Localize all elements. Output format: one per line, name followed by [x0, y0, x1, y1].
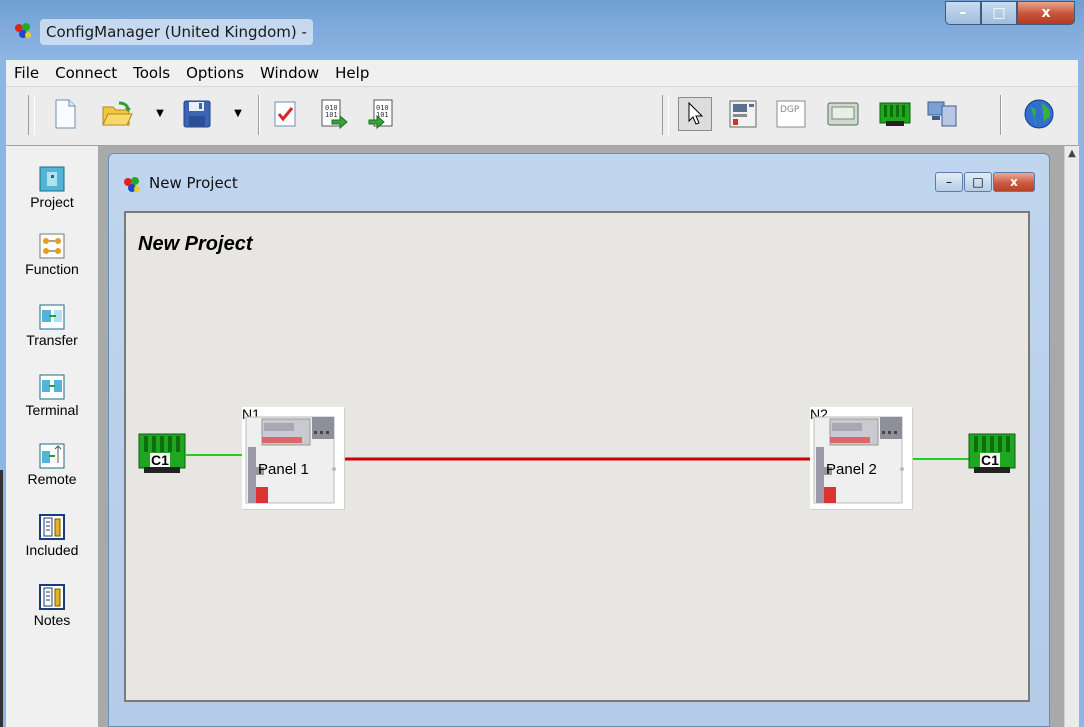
remote-icon	[39, 443, 65, 469]
minimize-icon: –	[959, 5, 967, 21]
minimize-icon: –	[946, 175, 952, 189]
network-computer-icon	[927, 101, 957, 127]
globe-icon	[1024, 99, 1054, 129]
maximize-icon: □	[972, 175, 984, 189]
function-icon	[39, 233, 65, 259]
svg-text:101: 101	[325, 111, 338, 119]
close-icon: x	[1041, 5, 1051, 21]
fire-panel-icon	[813, 416, 904, 504]
sidebar-item-label: Remote	[27, 471, 77, 487]
toolbar: ▼ ▼ 010 101 010 101 DGP	[6, 87, 1078, 146]
sidebar-item-transfer[interactable]: Transfer	[6, 304, 98, 348]
check-document-icon	[274, 101, 296, 127]
toolbar-grip-right[interactable]	[662, 95, 669, 135]
child-maximize-button[interactable]: □	[964, 172, 992, 192]
vertical-scrollbar[interactable]: ▲	[1064, 146, 1079, 727]
child-window-title: New Project	[149, 174, 238, 192]
loop-card-button[interactable]	[878, 97, 912, 131]
window-titlebar: ConfigManager (United Kingdom) - – □ x	[0, 0, 1084, 60]
sidebar-item-function[interactable]: Function	[6, 233, 98, 277]
download-config-button[interactable]: 010 101	[364, 97, 398, 131]
window-title: ConfigManager (United Kingdom) -	[40, 19, 313, 45]
panel-layout-icon	[729, 100, 757, 128]
validate-button[interactable]	[268, 97, 302, 131]
new-document-icon	[55, 99, 76, 129]
sidebar-item-notes[interactable]: Notes	[6, 584, 98, 628]
panel-label: Panel 2	[826, 461, 877, 478]
web-button[interactable]	[1022, 97, 1056, 131]
notes-icon	[39, 584, 65, 610]
save-button[interactable]	[180, 97, 214, 131]
menu-file[interactable]: File	[6, 60, 47, 86]
sidebar-item-label: Terminal	[25, 402, 79, 418]
fire-panel-icon	[245, 416, 336, 504]
network-button[interactable]	[926, 97, 960, 131]
open-dropdown-arrow[interactable]: ▼	[154, 107, 166, 119]
menu-window[interactable]: Window	[252, 60, 327, 86]
window-maximize-button[interactable]: □	[981, 1, 1017, 25]
sidebar-item-label: Notes	[33, 612, 71, 628]
transfer-icon	[39, 304, 65, 330]
upload-config-button[interactable]: 010 101	[316, 97, 350, 131]
loop-label: C1	[980, 452, 1000, 468]
toolbar-separator-right	[1000, 95, 1002, 135]
included-icon	[39, 514, 65, 540]
new-document-button[interactable]	[48, 97, 82, 131]
app-logo-icon	[15, 23, 31, 38]
sidebar-item-terminal[interactable]: Terminal	[6, 374, 98, 418]
panel-node-1[interactable]: N1 Panel 1	[242, 406, 344, 509]
child-minimize-button[interactable]: –	[935, 172, 963, 192]
open-button[interactable]	[100, 97, 134, 131]
project-icon	[39, 166, 65, 192]
save-dropdown-arrow[interactable]: ▼	[232, 107, 244, 119]
toolbar-separator	[258, 95, 260, 135]
sidebar: Project Function Transfer Terminal Remot…	[6, 146, 99, 727]
upload-config-icon: 010101	[321, 99, 348, 130]
dgp-button[interactable]: DGP	[774, 97, 808, 131]
pointer-arrow-icon	[688, 101, 704, 125]
loop-label: C1	[150, 452, 170, 468]
menu-help[interactable]: Help	[327, 60, 377, 86]
panel-label: Panel 1	[258, 461, 309, 478]
terminal-icon	[39, 374, 65, 400]
dgp-label-icon: DGP	[776, 100, 806, 128]
sidebar-item-label: Function	[25, 261, 79, 277]
panel-layout-button[interactable]	[726, 97, 760, 131]
loop-card-right[interactable]: C1	[968, 433, 1018, 477]
display-unit-icon	[827, 102, 859, 126]
menu-connect[interactable]: Connect	[47, 60, 125, 86]
sidebar-item-included[interactable]: Included	[6, 514, 98, 558]
sidebar-item-remote[interactable]: Remote	[6, 443, 98, 487]
download-config-icon: 010101	[368, 99, 393, 130]
sidebar-item-label: Transfer	[26, 332, 78, 348]
window-edge-shadow	[0, 470, 3, 727]
project-window-icon	[124, 177, 140, 192]
open-folder-icon	[102, 101, 133, 126]
sidebar-item-label: Included	[25, 542, 79, 558]
close-icon: x	[1010, 175, 1018, 189]
scroll-up-icon[interactable]: ▲	[1065, 148, 1079, 162]
save-disk-icon	[183, 100, 211, 128]
display-unit-button[interactable]	[826, 97, 860, 131]
toolbar-grip[interactable]	[28, 95, 35, 135]
sidebar-item-label: Project	[30, 194, 74, 210]
menu-bar: File Connect Tools Options Window Help	[6, 60, 1078, 87]
sidebar-item-project[interactable]: Project	[6, 166, 98, 210]
loop-card-icon	[879, 102, 911, 126]
child-close-button[interactable]: x	[993, 172, 1035, 192]
window-minimize-button[interactable]: –	[945, 1, 981, 25]
pointer-tool-button[interactable]	[678, 97, 712, 131]
menu-options[interactable]: Options	[178, 60, 252, 86]
project-canvas[interactable]: New Project C1 N1 Panel 1 N2 Panel 2 C1	[124, 211, 1030, 702]
panel-node-2[interactable]: N2 Panel 2	[810, 406, 912, 509]
window-close-button[interactable]: x	[1017, 1, 1075, 25]
maximize-icon: □	[992, 5, 1006, 21]
loop-card-left[interactable]: C1	[138, 433, 188, 477]
menu-tools[interactable]: Tools	[125, 60, 178, 86]
dgp-label: DGP	[780, 105, 800, 115]
